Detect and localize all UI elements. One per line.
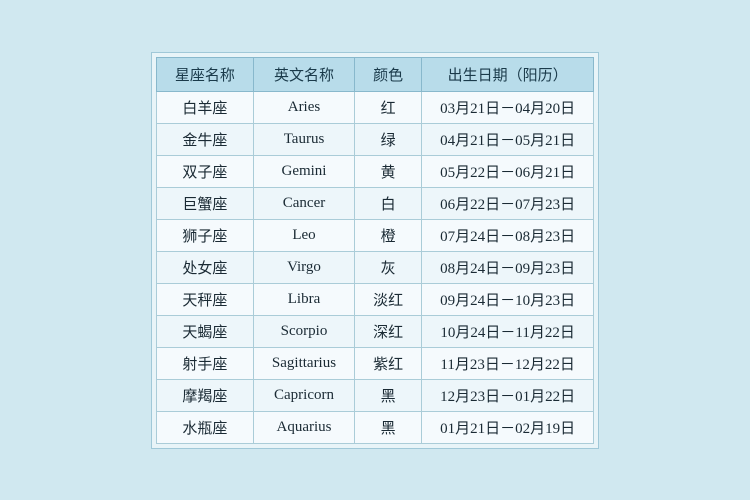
cell-date: 01月21日－02月19日 xyxy=(422,411,594,443)
cell-color: 红 xyxy=(355,91,422,123)
cell-en: Libra xyxy=(253,283,354,315)
table-row: 处女座Virgo灰08月24日－09月23日 xyxy=(156,251,593,283)
cell-zh: 处女座 xyxy=(156,251,253,283)
cell-zh: 摩羯座 xyxy=(156,379,253,411)
cell-color: 绿 xyxy=(355,123,422,155)
table-row: 天秤座Libra淡红09月24日－10月23日 xyxy=(156,283,593,315)
cell-en: Gemini xyxy=(253,155,354,187)
table-row: 射手座Sagittarius紫红11月23日－12月22日 xyxy=(156,347,593,379)
cell-color: 白 xyxy=(355,187,422,219)
cell-zh: 天蝎座 xyxy=(156,315,253,347)
zodiac-table: 星座名称 英文名称 颜色 出生日期（阳历） 白羊座Aries红03月21日－04… xyxy=(156,57,594,444)
cell-date: 11月23日－12月22日 xyxy=(422,347,594,379)
cell-color: 黑 xyxy=(355,379,422,411)
cell-zh: 水瓶座 xyxy=(156,411,253,443)
cell-date: 08月24日－09月23日 xyxy=(422,251,594,283)
zodiac-table-container: 星座名称 英文名称 颜色 出生日期（阳历） 白羊座Aries红03月21日－04… xyxy=(151,52,599,449)
cell-color: 黑 xyxy=(355,411,422,443)
table-header-row: 星座名称 英文名称 颜色 出生日期（阳历） xyxy=(156,57,593,91)
header-en: 英文名称 xyxy=(253,57,354,91)
header-color: 颜色 xyxy=(355,57,422,91)
cell-zh: 射手座 xyxy=(156,347,253,379)
cell-zh: 巨蟹座 xyxy=(156,187,253,219)
cell-zh: 白羊座 xyxy=(156,91,253,123)
cell-en: Aries xyxy=(253,91,354,123)
cell-date: 04月21日－05月21日 xyxy=(422,123,594,155)
table-row: 天蝎座Scorpio深红10月24日－11月22日 xyxy=(156,315,593,347)
cell-color: 深红 xyxy=(355,315,422,347)
header-date: 出生日期（阳历） xyxy=(422,57,594,91)
header-zh: 星座名称 xyxy=(156,57,253,91)
cell-zh: 金牛座 xyxy=(156,123,253,155)
cell-en: Virgo xyxy=(253,251,354,283)
cell-zh: 双子座 xyxy=(156,155,253,187)
table-row: 水瓶座Aquarius黑01月21日－02月19日 xyxy=(156,411,593,443)
cell-en: Cancer xyxy=(253,187,354,219)
table-row: 狮子座Leo橙07月24日－08月23日 xyxy=(156,219,593,251)
cell-date: 05月22日－06月21日 xyxy=(422,155,594,187)
cell-zh: 天秤座 xyxy=(156,283,253,315)
cell-en: Taurus xyxy=(253,123,354,155)
cell-en: Leo xyxy=(253,219,354,251)
cell-color: 紫红 xyxy=(355,347,422,379)
table-body: 白羊座Aries红03月21日－04月20日金牛座Taurus绿04月21日－0… xyxy=(156,91,593,443)
table-row: 巨蟹座Cancer白06月22日－07月23日 xyxy=(156,187,593,219)
cell-en: Capricorn xyxy=(253,379,354,411)
table-row: 摩羯座Capricorn黑12月23日－01月22日 xyxy=(156,379,593,411)
cell-date: 12月23日－01月22日 xyxy=(422,379,594,411)
cell-date: 09月24日－10月23日 xyxy=(422,283,594,315)
cell-date: 10月24日－11月22日 xyxy=(422,315,594,347)
table-row: 双子座Gemini黄05月22日－06月21日 xyxy=(156,155,593,187)
cell-color: 淡红 xyxy=(355,283,422,315)
cell-en: Sagittarius xyxy=(253,347,354,379)
cell-en: Aquarius xyxy=(253,411,354,443)
cell-date: 03月21日－04月20日 xyxy=(422,91,594,123)
cell-color: 橙 xyxy=(355,219,422,251)
cell-zh: 狮子座 xyxy=(156,219,253,251)
cell-date: 07月24日－08月23日 xyxy=(422,219,594,251)
table-row: 金牛座Taurus绿04月21日－05月21日 xyxy=(156,123,593,155)
cell-color: 黄 xyxy=(355,155,422,187)
cell-en: Scorpio xyxy=(253,315,354,347)
cell-date: 06月22日－07月23日 xyxy=(422,187,594,219)
cell-color: 灰 xyxy=(355,251,422,283)
table-row: 白羊座Aries红03月21日－04月20日 xyxy=(156,91,593,123)
